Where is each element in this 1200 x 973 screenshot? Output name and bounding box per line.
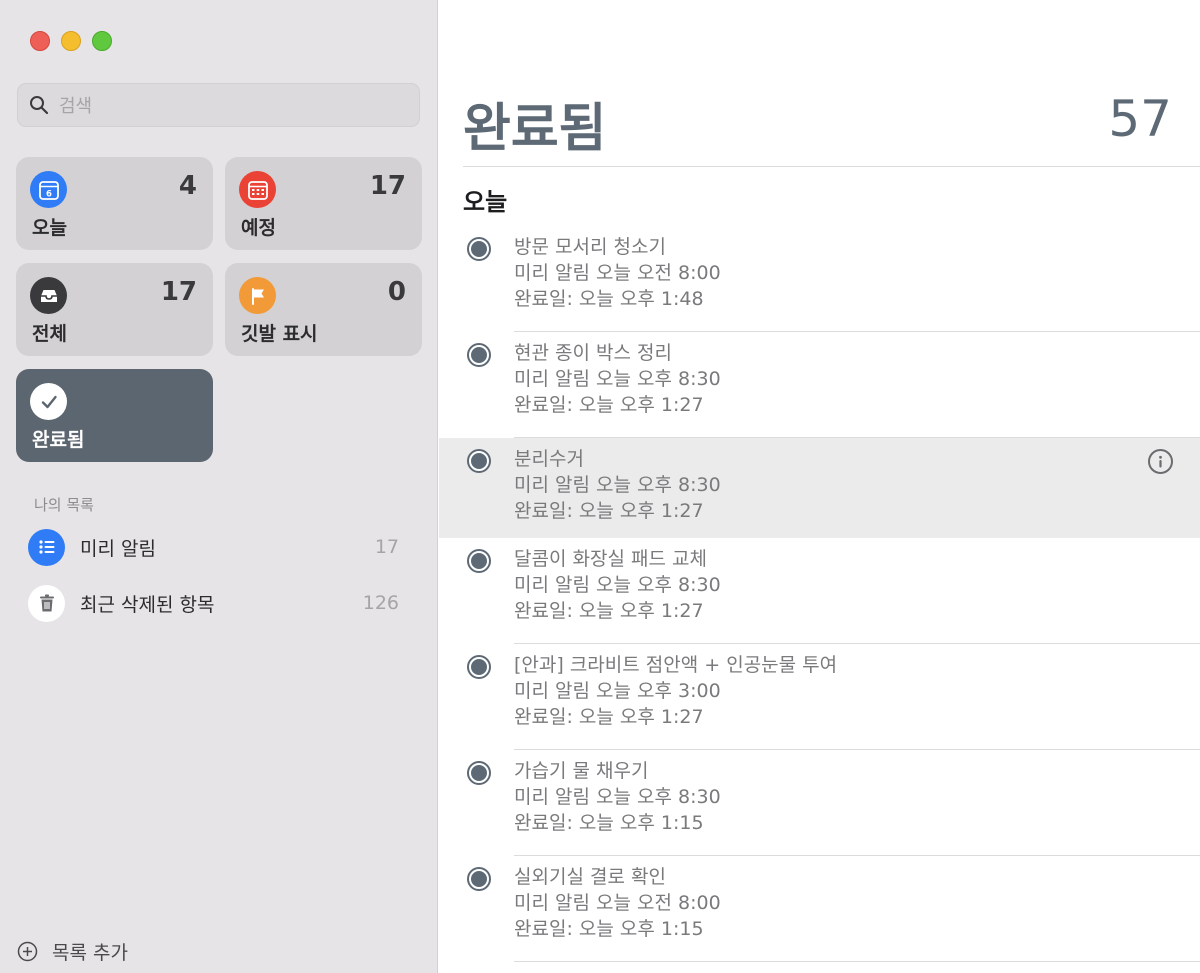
smart-list-label: 깃발 표시	[241, 323, 318, 345]
smart-list-count: 0	[387, 277, 406, 307]
list-count: 17	[374, 536, 399, 558]
list-bullet-icon	[28, 528, 65, 566]
smart-list-today[interactable]: 6 4 오늘	[16, 157, 213, 250]
reminder-completed-time: 완료일: 오늘 오후 1:27	[514, 706, 704, 728]
list-name: 최근 삭제된 항목	[80, 593, 215, 616]
reminder-completed-time: 완료일: 오늘 오후 1:27	[514, 500, 704, 522]
reminder-title: 분리수거	[514, 448, 584, 470]
smart-list-scheduled[interactable]: 17 예정	[225, 157, 422, 250]
smart-list-completed[interactable]: 완료됨	[16, 369, 213, 462]
reminder-title: 가습기 물 채우기	[514, 760, 649, 782]
smart-list-count: 17	[160, 277, 197, 307]
search-placeholder: 검색	[59, 96, 93, 117]
smart-list-label: 전체	[32, 323, 67, 345]
smart-list-count: 17	[369, 171, 406, 201]
completed-checkbox[interactable]	[467, 237, 491, 261]
reminder-completed-time: 완료일: 오늘 오후 1:48	[514, 288, 704, 310]
smart-list-count: 4	[178, 171, 197, 201]
divider	[463, 166, 1200, 167]
reminder-title: 달콤이 화장실 패드 교체	[514, 548, 707, 570]
close-window-button[interactable]	[30, 31, 50, 51]
reminder-alert-time: 미리 알림 오늘 오전 8:00	[514, 892, 721, 914]
zoom-window-button[interactable]	[92, 31, 112, 51]
calendar-day-number: 6	[46, 189, 52, 199]
reminder-item[interactable]: [안과] 크라비트 점안액 + 인공눈물 투여 미리 알림 오늘 오후 3:00…	[439, 644, 1200, 750]
group-header: 오늘	[463, 188, 508, 216]
completed-checkbox[interactable]	[467, 761, 491, 785]
info-icon[interactable]	[1148, 449, 1173, 474]
smart-list-flagged[interactable]: 0 깃발 표시	[225, 263, 422, 356]
page-title: 완료됨	[463, 99, 607, 159]
list-count: 126	[362, 592, 399, 614]
window-controls	[30, 31, 112, 51]
checkmark-icon	[30, 383, 67, 420]
reminder-alert-time: 미리 알림 오늘 오후 8:30	[514, 474, 721, 496]
reminder-completed-time: 완료일: 오늘 오후 1:27	[514, 600, 704, 622]
reminder-item[interactable]: 실외기실 결로 확인 미리 알림 오늘 오전 8:00 완료일: 오늘 오후 1…	[439, 856, 1200, 962]
reminder-title: 실외기실 결로 확인	[514, 866, 666, 888]
reminder-alert-time: 미리 알림 오늘 오후 8:30	[514, 368, 721, 390]
reminder-alert-time: 미리 알림 오늘 오후 8:30	[514, 574, 721, 596]
calendar-grid-icon	[239, 171, 276, 208]
reminder-item[interactable]: 가습기 물 채우기 미리 알림 오늘 오후 8:30 완료일: 오늘 오후 1:…	[439, 750, 1200, 856]
reminder-completed-time: 완료일: 오늘 오후 1:27	[514, 394, 704, 416]
completed-checkbox[interactable]	[467, 655, 491, 679]
reminder-alert-time: 미리 알림 오늘 오후 3:00	[514, 680, 721, 702]
reminder-alert-time: 미리 알림 오늘 오후 8:30	[514, 786, 721, 808]
flag-icon	[239, 277, 276, 314]
calendar-today-icon: 6	[30, 171, 67, 208]
completed-checkbox[interactable]	[467, 549, 491, 573]
list-item-reminders[interactable]: 미리 알림 17	[28, 527, 408, 567]
minimize-window-button[interactable]	[61, 31, 81, 51]
add-list-button[interactable]: 목록 추가	[17, 938, 128, 965]
reminder-title: [안과] 크라비트 점안액 + 인공눈물 투여	[514, 654, 838, 676]
main-content: 완료됨 57 오늘 방문 모서리 청소기 미리 알림 오늘 오전 8:00 완료…	[439, 0, 1200, 973]
completed-checkbox[interactable]	[467, 343, 491, 367]
reminder-completed-time: 완료일: 오늘 오후 1:15	[514, 812, 704, 834]
search-icon	[30, 96, 49, 115]
tray-icon	[30, 277, 67, 314]
reminder-item[interactable]: 현관 종이 박스 정리 미리 알림 오늘 오후 8:30 완료일: 오늘 오후 …	[439, 332, 1200, 438]
divider	[514, 961, 1200, 962]
smart-list-label: 오늘	[32, 217, 67, 239]
completed-checkbox[interactable]	[467, 867, 491, 891]
smart-list-all[interactable]: 17 전체	[16, 263, 213, 356]
reminder-completed-time: 완료일: 오늘 오후 1:15	[514, 918, 704, 940]
search-field[interactable]: 검색	[17, 83, 420, 127]
page-count: 57	[1108, 90, 1172, 148]
trash-icon	[28, 584, 65, 622]
reminder-title: 방문 모서리 청소기	[514, 236, 666, 258]
sidebar: 검색 6 4 오늘 17 예정 17 전체 0 깃발 표시 완료됨 나의 목록 …	[0, 0, 438, 973]
reminder-title: 현관 종이 박스 정리	[514, 342, 672, 364]
add-list-label: 목록 추가	[52, 942, 128, 964]
reminder-item[interactable]: 달콤이 화장실 패드 교체 미리 알림 오늘 오후 8:30 완료일: 오늘 오…	[439, 538, 1200, 644]
smart-list-label: 완료됨	[32, 429, 85, 451]
list-name: 미리 알림	[80, 537, 156, 560]
smart-list-label: 예정	[241, 217, 276, 239]
reminder-item-selected[interactable]: 분리수거 미리 알림 오늘 오후 8:30 완료일: 오늘 오후 1:27	[439, 438, 1200, 538]
list-item-recently-deleted[interactable]: 최근 삭제된 항목 126	[28, 583, 408, 623]
completed-checkbox[interactable]	[467, 449, 491, 473]
plus-circle-icon	[17, 941, 38, 962]
reminder-alert-time: 미리 알림 오늘 오전 8:00	[514, 262, 721, 284]
my-lists-header: 나의 목록	[34, 496, 94, 514]
reminder-item[interactable]: 방문 모서리 청소기 미리 알림 오늘 오전 8:00 완료일: 오늘 오후 1…	[439, 226, 1200, 332]
